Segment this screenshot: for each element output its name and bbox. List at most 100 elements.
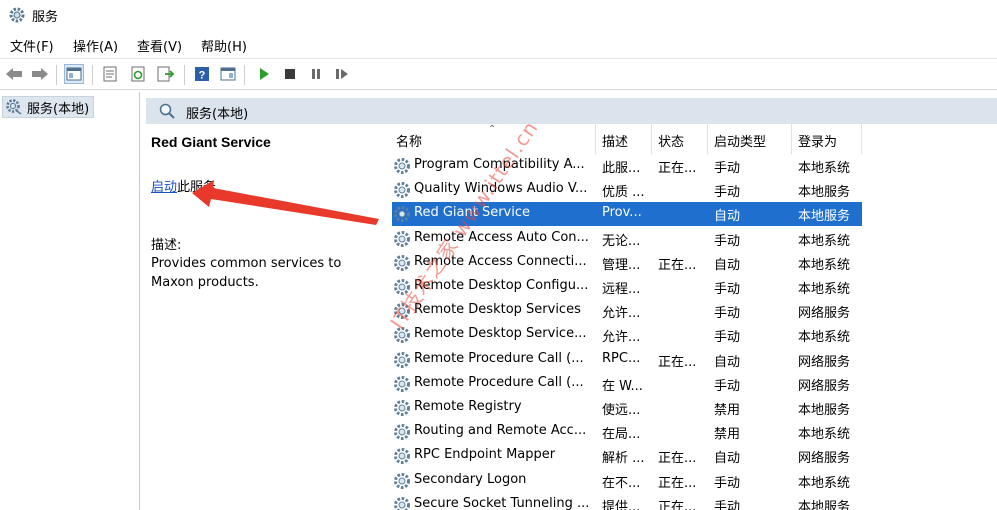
view-icon[interactable] [218, 64, 238, 84]
start-service-suffix: 此服务 [177, 180, 217, 195]
cell-name: Remote Procedure Call (... [414, 350, 584, 366]
menu-view[interactable]: 查看(V) [137, 36, 182, 55]
services-gear-icon [6, 99, 22, 115]
cell-startup-type: 手动 [714, 499, 741, 510]
cell-description: 无论... [602, 233, 641, 249]
table-row[interactable]: Remote Procedure Call (... 在 W... 手动 网络服务 [392, 372, 862, 396]
cell-description: 在不... [602, 475, 641, 491]
restart-icon[interactable] [332, 64, 352, 84]
table-row[interactable]: Remote Procedure Call (... RPC... 正在... 自动 网… [392, 348, 862, 372]
cell-logon-as: 本地服务 [798, 403, 851, 418]
table-row[interactable]: Remote Registry 使远... 禁用 本地服务 [392, 396, 862, 420]
service-gear-icon [392, 374, 412, 394]
description-label: 描述: [151, 238, 182, 253]
properties-icon[interactable] [100, 64, 120, 84]
cell-name: Remote Procedure Call (... [414, 374, 584, 390]
cell-status: 正在... [658, 451, 697, 467]
table-row[interactable]: Program Compatibility A... 此服... 正在... 手动 本地… [392, 154, 862, 178]
start-service-link[interactable]: 启动 [151, 180, 177, 195]
menu-file[interactable]: 文件(F) [10, 36, 54, 55]
service-gear-icon [392, 471, 412, 491]
console-tree: 服务(本地) [0, 92, 140, 510]
title-bar: 服务 [0, 0, 997, 30]
forward-icon[interactable] [30, 64, 50, 84]
cell-startup-type: 自动 [714, 257, 741, 273]
cell-startup-type: 手动 [714, 185, 741, 201]
cell-startup-type: 手动 [714, 161, 741, 176]
table-row[interactable]: RPC Endpoint Mapper 解析 ... 正在... 自动 网络服务 [392, 444, 862, 468]
cell-startup-type: 自动 [714, 451, 741, 467]
table-row[interactable]: Remote Access Connecti... 管理... 正在... 自动 本地系… [392, 251, 862, 275]
cell-name: Red Giant Service [414, 205, 530, 221]
column-header-startup-type[interactable]: 启动类型 [708, 124, 792, 154]
stop-icon[interactable] [280, 64, 300, 84]
cell-description: 此服... [602, 161, 641, 176]
service-gear-icon [392, 495, 412, 510]
back-icon[interactable] [4, 64, 24, 84]
cell-description: Prov... [602, 205, 642, 221]
service-gear-icon [392, 229, 412, 249]
table-header: ⌃ 名称 描述 状态 启动类型 登录为 [378, 124, 997, 154]
table-row[interactable]: Remote Desktop Configu... 远程... 手动 本地系统 [392, 275, 862, 299]
tree-item-services-local[interactable]: 服务(本地) [2, 96, 95, 118]
refresh-icon[interactable] [128, 64, 148, 84]
play-icon[interactable] [254, 64, 274, 84]
cell-description: 允许... [602, 306, 641, 322]
column-header-name[interactable]: 名称 [390, 124, 596, 154]
cell-name: Remote Desktop Service... [414, 326, 587, 342]
search-services-icon [159, 103, 175, 119]
window-title: 服务 [32, 10, 59, 25]
table-row[interactable]: Remote Desktop Service... 允许... 手动 本地系统 [392, 323, 862, 347]
selected-service-name: Red Giant Service [151, 134, 271, 150]
table-row[interactable]: Secure Socket Tunneling ... 提供... 正在... 手动 本… [392, 493, 862, 510]
toolbar-separator [92, 65, 93, 85]
start-service-line: 启动此服务 [151, 176, 216, 195]
cell-status: 正在... [658, 161, 697, 176]
cell-description: 提供... [602, 499, 641, 510]
cell-description: 使远... [602, 403, 641, 418]
cell-startup-type: 自动 [714, 209, 741, 225]
cell-name: Secondary Logon [414, 471, 527, 487]
service-gear-icon [392, 446, 412, 466]
menu-bar: 文件(F) 操作(A) 查看(V) 帮助(H) [0, 32, 997, 56]
service-gear-icon [392, 422, 412, 442]
table-row[interactable]: Routing and Remote Acc... 在局... 禁用 本地系统 [392, 420, 862, 444]
cell-name: Remote Registry [414, 399, 522, 414]
menu-help[interactable]: 帮助(H) [201, 36, 247, 55]
column-header-logon-as[interactable]: 登录为 [792, 124, 862, 154]
svg-text:?: ? [199, 70, 206, 82]
tree-item-label: 服务(本地) [27, 101, 90, 117]
help-icon[interactable]: ? [192, 64, 212, 84]
cell-status: 正在... [658, 257, 697, 273]
console-tree-icon[interactable] [64, 64, 84, 84]
service-gear-icon [392, 398, 412, 418]
cell-description: 优质 ... [602, 185, 645, 201]
cell-logon-as: 本地系统 [798, 161, 851, 176]
column-header-description[interactable]: 描述 [596, 124, 652, 154]
cell-logon-as: 本地系统 [798, 282, 851, 297]
cell-logon-as: 网络服务 [798, 451, 851, 467]
pause-icon[interactable] [306, 64, 326, 84]
cell-startup-type: 禁用 [714, 427, 741, 443]
toolbar-separator [56, 65, 57, 85]
menu-action[interactable]: 操作(A) [73, 36, 118, 55]
cell-logon-as: 本地服务 [798, 499, 851, 510]
cell-startup-type: 手动 [714, 282, 741, 297]
services-gear-icon [9, 7, 25, 23]
column-header-status[interactable]: 状态 [652, 124, 708, 154]
table-row[interactable]: Remote Desktop Services 允许... 手动 网络服务 [392, 299, 862, 323]
cell-logon-as: 本地系统 [798, 330, 851, 346]
main-pane-header: 服务(本地) [146, 98, 997, 124]
description-text: Provides common services to Maxon produc… [151, 256, 342, 290]
table-row[interactable]: Secondary Logon 在不... 正在... 手动 本地系统 [392, 469, 862, 493]
export-icon[interactable] [156, 64, 176, 84]
cell-status: 正在... [658, 354, 697, 370]
cell-logon-as: 本地系统 [798, 257, 851, 273]
cell-startup-type: 手动 [714, 330, 741, 346]
cell-startup-type: 自动 [714, 354, 741, 370]
cell-startup-type: 手动 [714, 475, 741, 491]
cell-name: Secure Socket Tunneling ... [414, 495, 590, 510]
cell-startup-type: 手动 [714, 306, 741, 322]
service-gear-icon [392, 350, 412, 370]
toolbar-separator [184, 65, 185, 85]
